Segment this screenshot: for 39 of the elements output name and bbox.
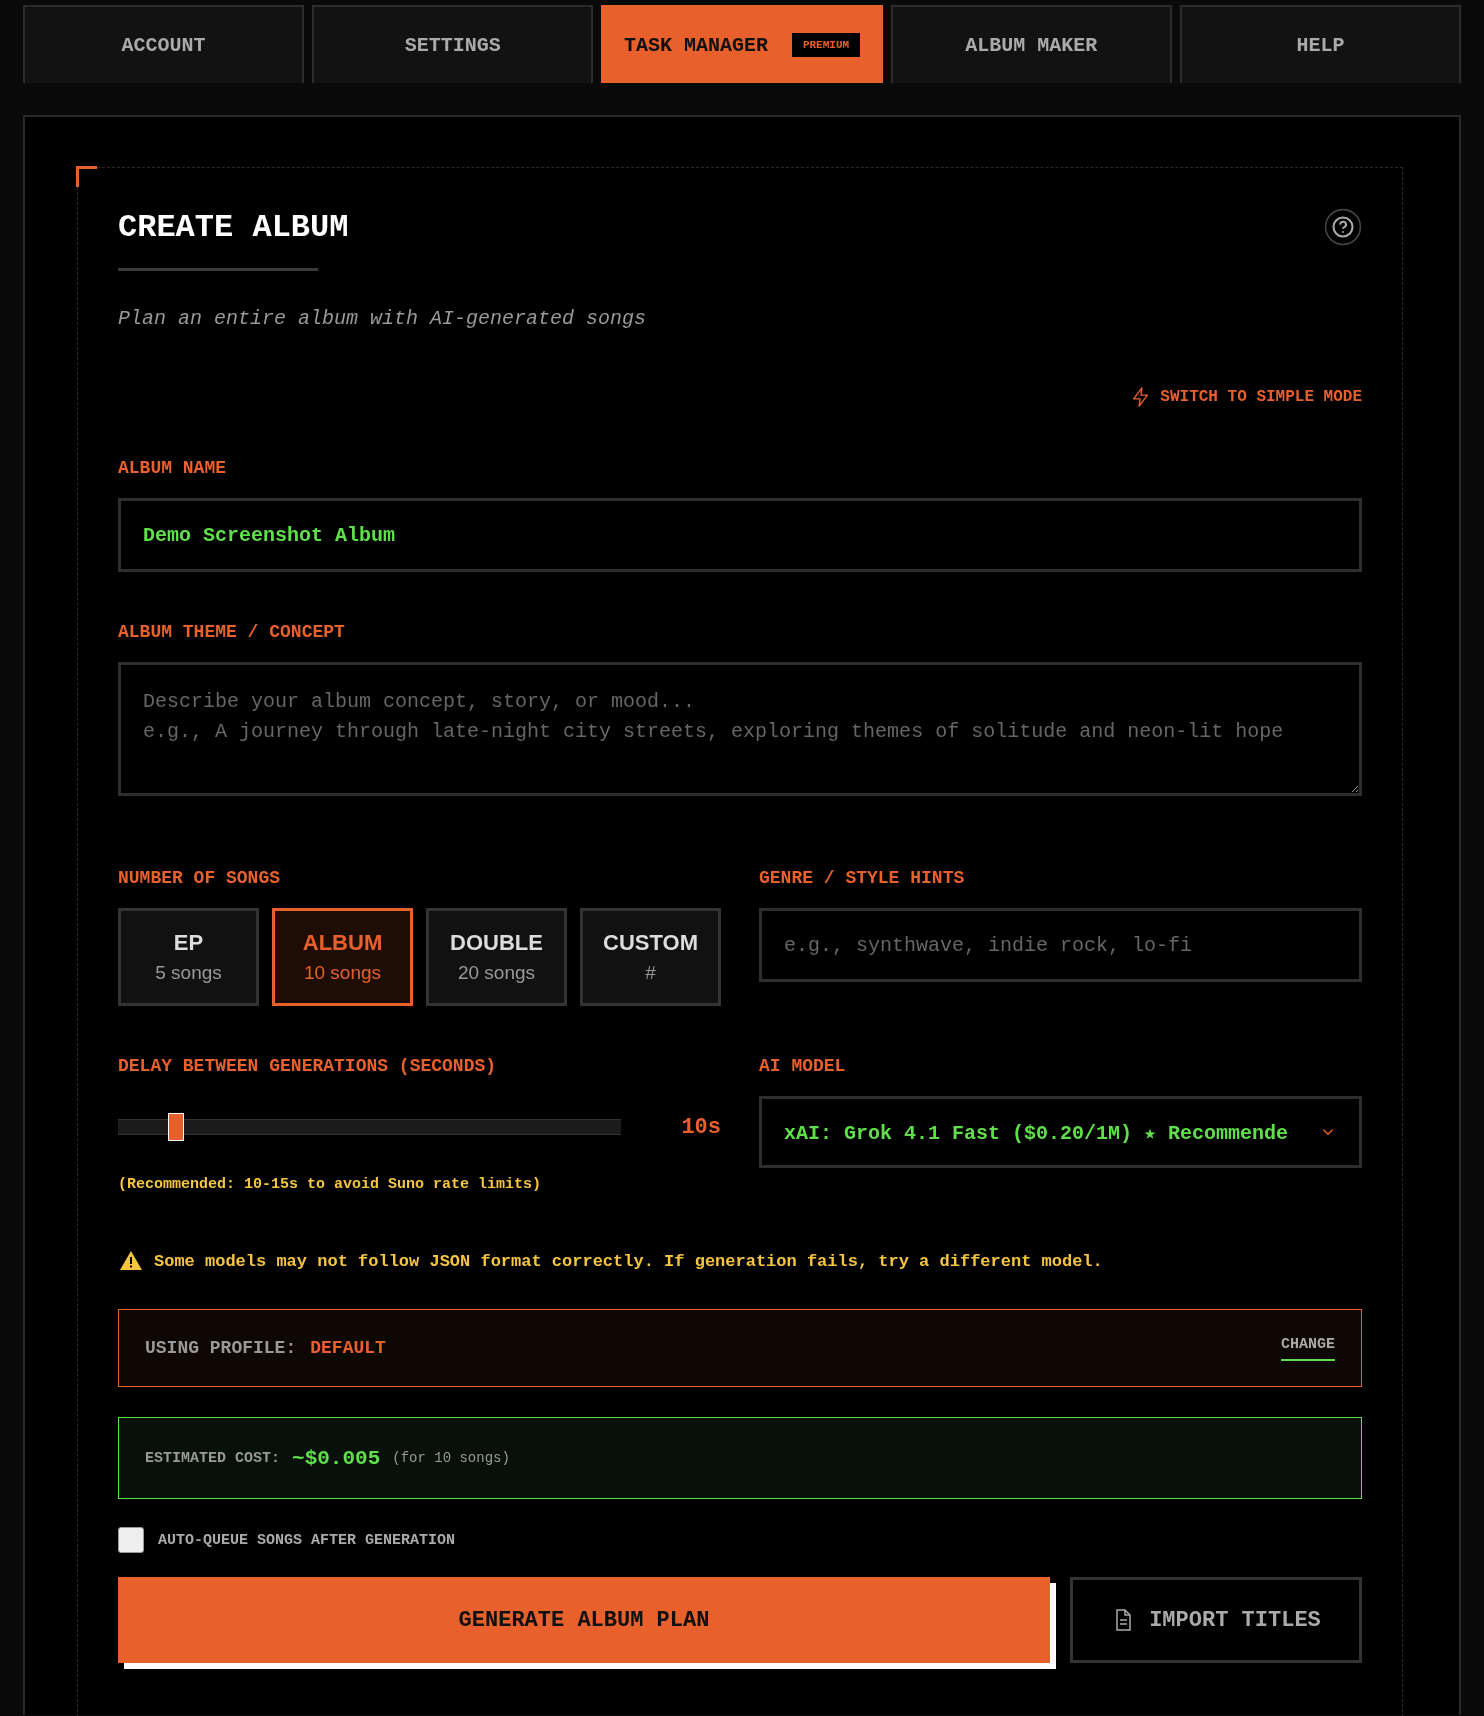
tab[interactable]: ACCOUNT	[23, 5, 305, 83]
song-count-option[interactable]: CUSTOM #	[580, 908, 721, 1006]
premium-badge: PREMIUM	[791, 33, 861, 57]
recommendation-note: (Recommended: 10-15s to avoid Suno rate limits)	[118, 1176, 543, 1193]
theme-field[interactable]: Describe your album concept, story, or mood... e.g., A journey through late-night city streets, exploring themes of solitude and neon-lit hope	[118, 662, 1362, 796]
model-dropdown[interactable]: xAI: Grok 4.1 Fast ($0.20/1M) ★ Recommende	[759, 1096, 1362, 1168]
change-link[interactable]: CHANGE	[1281, 1335, 1335, 1361]
field-label: GENRE / STYLE HINTS	[759, 868, 966, 888]
song-count-option[interactable]: ALBUM 10 songs	[272, 908, 413, 1006]
warning-message: Some models may not follow JSON format correctly. If generation fails, try a different model.	[154, 1251, 1103, 1271]
cost-note: (for 10 songs)	[392, 1450, 510, 1466]
subtitle: Plan an entire album with AI-generated songs	[118, 307, 648, 330]
delay-value: 10s	[681, 1114, 721, 1140]
corner-mark	[76, 166, 97, 187]
profile-name: DEFAULT	[310, 1338, 386, 1358]
warning-icon	[118, 1249, 144, 1273]
help-icon	[1324, 208, 1362, 246]
switch-mode-link[interactable]: SWITCH TO SIMPLE MODE	[1130, 386, 1362, 408]
cost-label: ESTIMATED COST:	[145, 1449, 281, 1467]
song-count-option[interactable]: DOUBLE 20 songs	[426, 908, 567, 1006]
import-button[interactable]: IMPORT TITLES	[1070, 1577, 1362, 1663]
checkbox[interactable]	[118, 1527, 144, 1553]
field-label: DELAY BETWEEN GENERATIONS (SECONDS)	[118, 1056, 498, 1076]
page-title: CREATE ALBUM	[118, 208, 349, 246]
tab[interactable]: SETTINGS	[312, 5, 594, 83]
checkbox-label: AUTO-QUEUE SONGS AFTER GENERATION	[158, 1531, 456, 1549]
tab[interactable]: HELP	[1179, 5, 1461, 83]
field-label: AI MODEL	[759, 1056, 847, 1076]
slider-thumb[interactable]	[168, 1113, 185, 1141]
field-label: ALBUM THEME / CONCEPT	[118, 622, 346, 642]
song-count-option[interactable]: EP 5 songs	[118, 908, 259, 1006]
tab[interactable]: ALBUM MAKER	[890, 5, 1172, 83]
genre-field[interactable]: e.g., synthwave, indie rock, lo-fi	[759, 908, 1362, 982]
album-name-field[interactable]: Demo Screenshot Album	[118, 498, 1362, 572]
field-label: NUMBER OF SONGS	[118, 868, 282, 888]
cost-value: ~$0.005	[292, 1446, 381, 1470]
field-label: ALBUM NAME	[118, 458, 228, 478]
profile-label: USING PROFILE:	[145, 1338, 297, 1358]
tab[interactable]: TASK MANAGER PREMIUM	[601, 5, 883, 83]
